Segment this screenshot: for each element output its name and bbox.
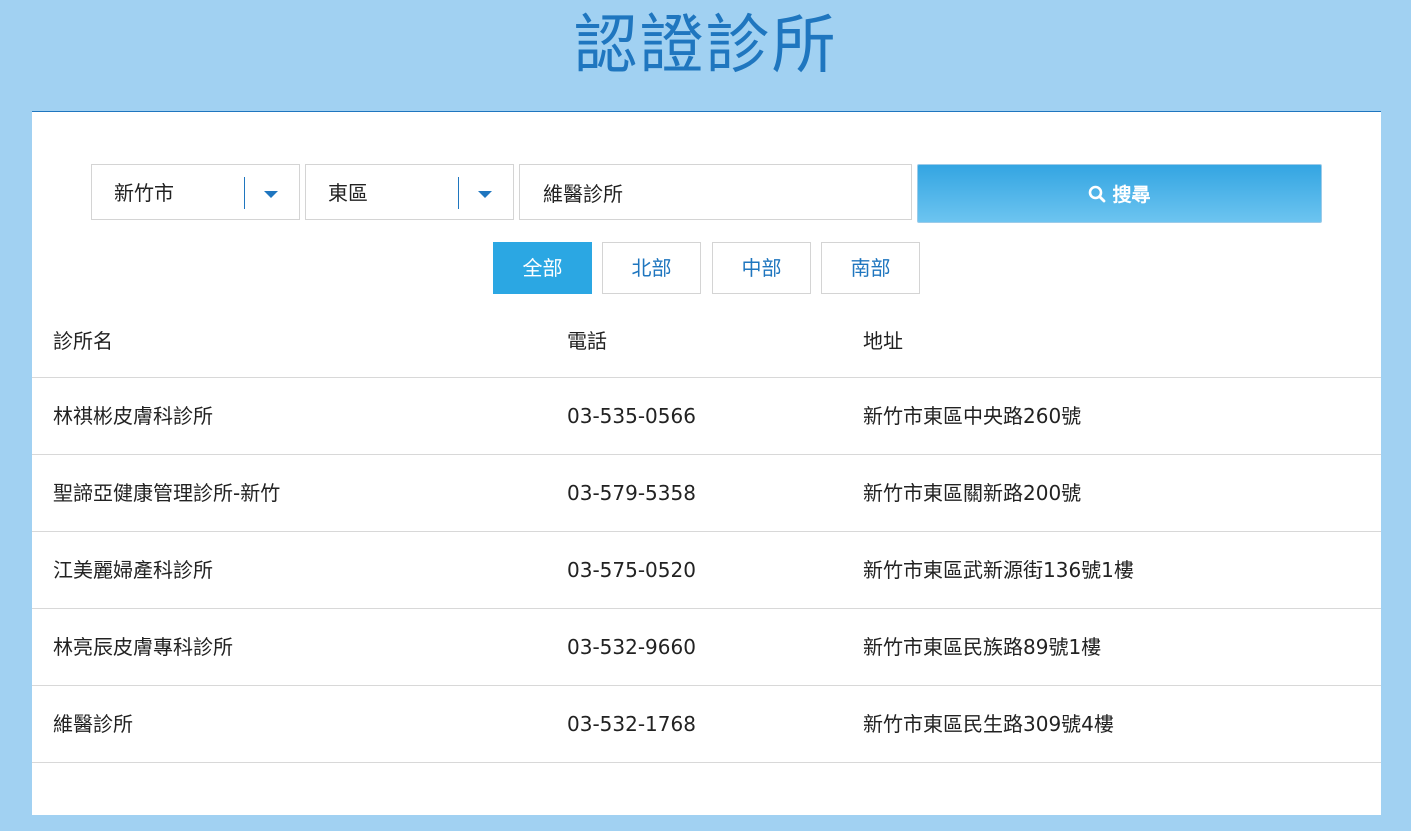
table-row: 林祺彬皮膚科診所 03-535-0566 新竹市東區中央路260號 (32, 378, 1381, 455)
table-row: 維醫診所 03-532-1768 新竹市東區民生路309號4樓 (32, 686, 1381, 763)
clinic-name: 林亮辰皮膚專科診所 (53, 635, 233, 659)
clinic-table: 診所名 電話 地址 林祺彬皮膚科診所 03-535-0566 新竹市東區中央路2… (32, 312, 1381, 763)
clinic-address: 新竹市東區武新源街136號1樓 (863, 558, 1134, 582)
search-button[interactable]: 搜尋 (917, 164, 1322, 223)
clinic-name: 聖諦亞健康管理診所-新竹 (53, 481, 281, 505)
clinic-address: 新竹市東區關新路200號 (863, 481, 1082, 505)
clinic-phone: 03-535-0566 (567, 404, 696, 428)
clinic-phone: 03-532-1768 (567, 712, 696, 736)
clinic-search-panel: 新竹市 東區 搜尋 全部 北部 中部 南部 診所名 電話 地址 林祺彬皮膚科診所… (32, 111, 1381, 815)
caret-down-icon (478, 191, 492, 198)
tab-south[interactable]: 南部 (821, 242, 920, 294)
header-address: 地址 (863, 329, 903, 353)
search-button-label: 搜尋 (1112, 184, 1151, 206)
table-row: 林亮辰皮膚專科診所 03-532-9660 新竹市東區民族路89號1樓 (32, 609, 1381, 686)
district-select-value: 東區 (328, 181, 368, 205)
tab-all[interactable]: 全部 (493, 242, 592, 294)
district-select[interactable]: 東區 (305, 164, 514, 220)
search-icon (1089, 185, 1106, 202)
clinic-address: 新竹市東區民族路89號1樓 (863, 635, 1102, 659)
clinic-address: 新竹市東區民生路309號4樓 (863, 712, 1114, 736)
table-row: 江美麗婦產科診所 03-575-0520 新竹市東區武新源街136號1樓 (32, 532, 1381, 609)
header-phone: 電話 (567, 329, 607, 353)
keyword-input[interactable] (519, 164, 912, 220)
clinic-name: 維醫診所 (53, 712, 133, 736)
select-divider (244, 177, 245, 209)
clinic-phone: 03-579-5358 (567, 481, 696, 505)
clinic-phone: 03-532-9660 (567, 635, 696, 659)
caret-down-icon (264, 191, 278, 198)
clinic-name: 江美麗婦產科診所 (53, 558, 213, 582)
clinic-name: 林祺彬皮膚科診所 (53, 404, 213, 428)
table-row: 聖諦亞健康管理診所-新竹 03-579-5358 新竹市東區關新路200號 (32, 455, 1381, 532)
city-select-value: 新竹市 (114, 181, 174, 205)
header-clinic-name: 診所名 (53, 329, 113, 353)
tab-central[interactable]: 中部 (712, 242, 811, 294)
clinic-address: 新竹市東區中央路260號 (863, 404, 1082, 428)
tab-north[interactable]: 北部 (602, 242, 701, 294)
city-select[interactable]: 新竹市 (91, 164, 300, 220)
clinic-phone: 03-575-0520 (567, 558, 696, 582)
page-title: 認證診所 (573, 9, 838, 83)
select-divider (458, 177, 459, 209)
table-header-row: 診所名 電話 地址 (32, 312, 1381, 378)
